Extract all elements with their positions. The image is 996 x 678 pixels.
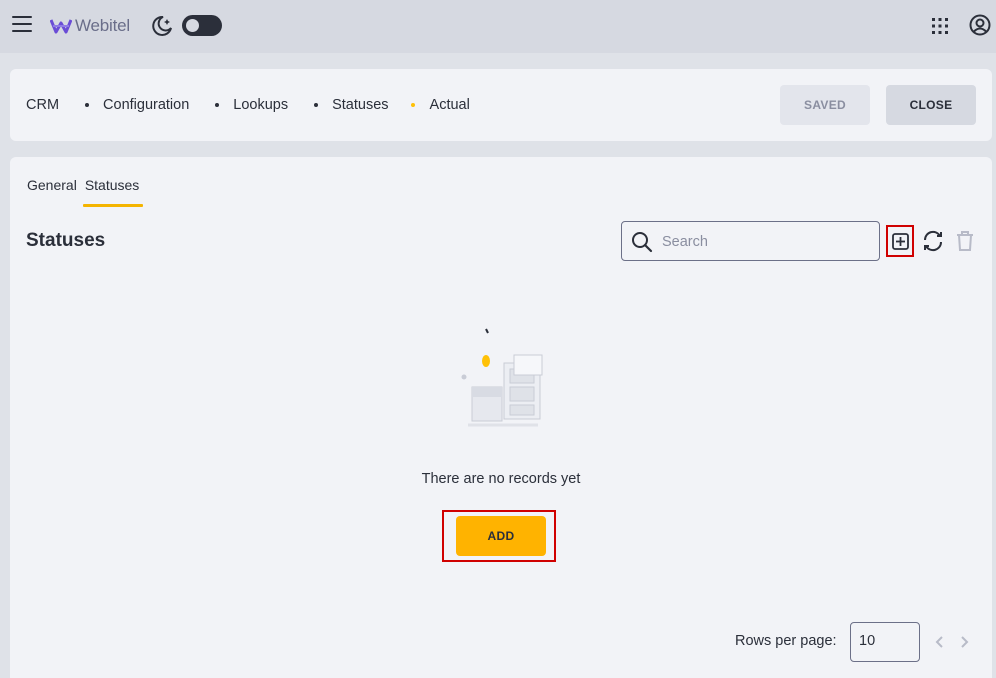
top-bar: Webitel (0, 0, 996, 53)
breadcrumb-crm[interactable]: CRM (26, 97, 59, 113)
rows-per-page-label: Rows per page: (735, 633, 837, 649)
dark-mode-icon (152, 15, 172, 36)
empty-state-illustration-icon (461, 328, 543, 427)
tab-general[interactable]: General (27, 177, 79, 199)
apps-grid-icon[interactable] (931, 17, 949, 35)
delete-icon[interactable] (954, 229, 976, 253)
add-icon-highlight[interactable] (886, 225, 914, 257)
logo[interactable]: Webitel (50, 14, 130, 38)
tab-statuses[interactable]: Statuses (82, 177, 144, 207)
main-card: General Statuses Statuses Search There a… (10, 157, 992, 678)
saved-button[interactable]: SAVED (780, 85, 870, 125)
add-button[interactable]: ADD (456, 516, 546, 556)
breadcrumb-lookups[interactable]: Lookups (189, 97, 288, 113)
theme-toggle[interactable] (182, 15, 222, 36)
breadcrumb-statuses[interactable]: Statuses (288, 97, 389, 113)
refresh-icon[interactable] (921, 229, 945, 253)
menu-icon[interactable] (12, 16, 32, 34)
add-icon[interactable] (892, 233, 909, 250)
section-title: Statuses (26, 230, 106, 251)
close-button[interactable]: CLOSE (886, 85, 976, 125)
add-button-highlight: ADD (442, 510, 556, 562)
account-icon[interactable] (969, 14, 991, 36)
header-card: CRM Configuration Lookups Statuses Actua… (10, 69, 992, 141)
rows-per-page-select[interactable]: 10 (850, 622, 920, 662)
empty-state-message: There are no records yet (421, 471, 581, 487)
search-input[interactable] (662, 232, 867, 252)
logo-text: Webitel (75, 16, 130, 35)
breadcrumb-configuration[interactable]: Configuration (59, 97, 189, 113)
breadcrumb-actual: Actual (389, 97, 470, 113)
search-box[interactable] (621, 221, 880, 261)
search-icon (632, 232, 653, 253)
chevron-left-icon[interactable] (934, 635, 946, 649)
tabs: General Statuses (27, 177, 147, 207)
webitel-logo-icon (50, 19, 72, 34)
breadcrumb: CRM Configuration Lookups Statuses Actua… (26, 69, 470, 141)
chevron-right-icon[interactable] (958, 635, 970, 649)
